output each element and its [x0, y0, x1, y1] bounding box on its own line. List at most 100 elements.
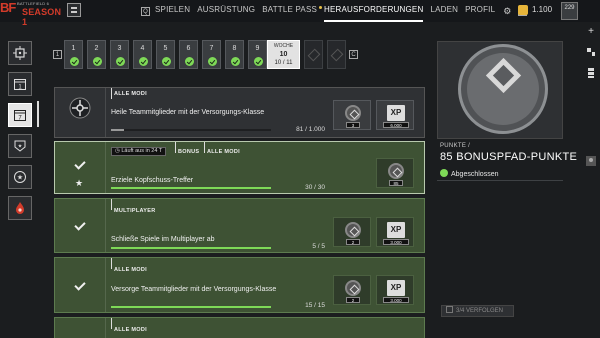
logo-season: SEASON 1: [22, 7, 62, 27]
week-tab-9[interactable]: 9: [248, 40, 267, 69]
challenge-card[interactable]: ALLE MODI Heile Teammitglieder mit der V…: [54, 87, 425, 138]
week-tab-current[interactable]: WOCHE 10 10 / 11: [267, 40, 300, 69]
support-class-icon: [69, 97, 91, 119]
notification-dot: [319, 6, 323, 9]
tab-spielen[interactable]: SPIELEN: [155, 0, 190, 22]
currency-amount: 1.100: [532, 5, 553, 14]
rail-mastery-button[interactable]: ★: [8, 165, 32, 189]
week-next-key[interactable]: C: [349, 50, 358, 59]
nav-prev-key[interactable]: Q: [141, 6, 150, 16]
squad-icon-svg: [588, 68, 594, 78]
player-level-badge[interactable]: 229: [561, 2, 578, 20]
week-tab-6[interactable]: 6: [179, 40, 198, 69]
progress-fill: [111, 306, 271, 308]
category-tag: MULTIPLAYER: [114, 208, 156, 214]
svg-text:★: ★: [17, 174, 23, 182]
flame-icon: [16, 202, 24, 214]
week-number: 10: [279, 51, 288, 58]
week-tab-4[interactable]: 4: [133, 40, 152, 69]
week-tab-3[interactable]: 3: [110, 40, 129, 69]
tag-divider: [204, 142, 205, 153]
week-tab-locked: [327, 40, 346, 69]
rail-selected-indicator: [37, 101, 39, 127]
completed-check-icon: [74, 219, 86, 231]
xp-icon: XP: [387, 280, 405, 296]
category-tag: ALLE MODI: [114, 267, 147, 273]
settings-gear-icon[interactable]: ⚙: [503, 6, 511, 17]
bonus-star-icon: ★: [75, 178, 84, 188]
week-number: 1: [71, 45, 76, 52]
completed-check-icon: [440, 169, 448, 177]
reward-xp: XP 3.000: [376, 275, 414, 305]
locked-icon: [330, 48, 344, 62]
week-number: 3: [117, 45, 122, 52]
progress-bar: [111, 129, 271, 131]
expiry-timer-text: Läuft aus in 24 T: [121, 148, 163, 154]
tab-herausforderungen[interactable]: HERAUSFORDERUNGEN: [324, 0, 424, 22]
rank-icon: [67, 3, 81, 17]
tag-divider: [111, 88, 112, 99]
progress-fill: [111, 129, 124, 131]
reward-points: 3: [333, 100, 371, 130]
calendar-week-icon: 7: [14, 110, 26, 122]
week-tab-1[interactable]: 1: [64, 40, 83, 69]
card-icon-column: ★: [55, 142, 106, 193]
bonus-points-icon: [345, 222, 361, 238]
tab-profil[interactable]: PROFIL: [465, 0, 495, 22]
rail-daily-button[interactable]: 1: [8, 72, 32, 96]
divider: [437, 180, 563, 181]
game-logo: BF BATTLEFIELD 6 SEASON 1: [0, 0, 62, 27]
challenge-card[interactable]: ALLE MODI Versorge Teammitglieder mit de…: [54, 257, 425, 313]
progress-bar: [111, 306, 271, 308]
week-prev-key[interactable]: 1: [53, 50, 62, 59]
card-icon-column: [55, 88, 106, 137]
tab-ausruestung[interactable]: AUSRÜSTUNG: [197, 0, 255, 22]
friend-avatar-icon[interactable]: [584, 154, 598, 168]
rail-rank-button[interactable]: ★: [8, 134, 32, 158]
top-bar: BF BATTLEFIELD 6 SEASON 1 Q SPIELEN AUSR…: [0, 0, 600, 27]
week-number: 2: [94, 45, 99, 52]
tab-battle-pass[interactable]: BATTLE PASS: [262, 0, 323, 22]
reward-type-label: PUNKTE /: [440, 143, 471, 149]
currency-coin-icon: [518, 5, 528, 15]
tag-divider: [175, 142, 176, 153]
category-tag: ALLE MODI: [114, 327, 147, 333]
reward-value: 3.000: [383, 239, 409, 245]
challenge-card[interactable]: MULTIPLAYER Schließe Spiele im Multiplay…: [54, 198, 425, 253]
bonus-points-icon: [388, 163, 404, 179]
track-button-label: 3/4 VERFOLGEN: [456, 308, 504, 314]
week-number: 9: [255, 45, 260, 52]
week-tab-5[interactable]: 5: [156, 40, 175, 69]
party-icon-svg: [587, 48, 595, 56]
category-tag: ALLE MODI: [207, 149, 240, 155]
party-icon[interactable]: [584, 45, 598, 59]
track-button[interactable]: 3/4 VERFOLGEN: [441, 305, 514, 317]
week-number: 8: [232, 45, 237, 52]
week-progress: 10 / 11: [274, 60, 293, 66]
card-icon-column: [55, 318, 106, 338]
add-friend-plus-icon[interactable]: +: [584, 24, 598, 38]
calendar-day-icon: 1: [14, 79, 26, 91]
crosshair-icon: [13, 46, 27, 60]
challenge-card-selected[interactable]: ★ ◷ Läuft aus in 24 T BONUS ALLE MODI Er…: [54, 141, 425, 194]
tag-divider: [111, 318, 112, 329]
week-number: 6: [186, 45, 191, 52]
reward-xp: XP 6.000: [376, 100, 414, 130]
progress-bar: [111, 247, 271, 249]
week-tab-8[interactable]: 8: [225, 40, 244, 69]
rail-event-button[interactable]: [8, 196, 32, 220]
avatar-icon-svg: [586, 156, 596, 166]
rail-weekly-button[interactable]: 7: [8, 103, 32, 127]
tab-laden[interactable]: LADEN: [430, 0, 458, 22]
squad-icon[interactable]: [584, 66, 598, 80]
reward-points: 2: [333, 275, 371, 305]
progress-value: 15 / 15: [305, 302, 325, 309]
challenge-card[interactable]: ALLE MODI: [54, 317, 425, 338]
completed-check-icon: [139, 57, 148, 66]
week-tab-2[interactable]: 2: [87, 40, 106, 69]
completed-check-icon: [162, 57, 171, 66]
week-tab-7[interactable]: 7: [202, 40, 221, 69]
rail-crosshair-button[interactable]: [8, 41, 32, 65]
reward-value: 85: [389, 180, 403, 186]
reward-points: 85: [376, 158, 414, 188]
